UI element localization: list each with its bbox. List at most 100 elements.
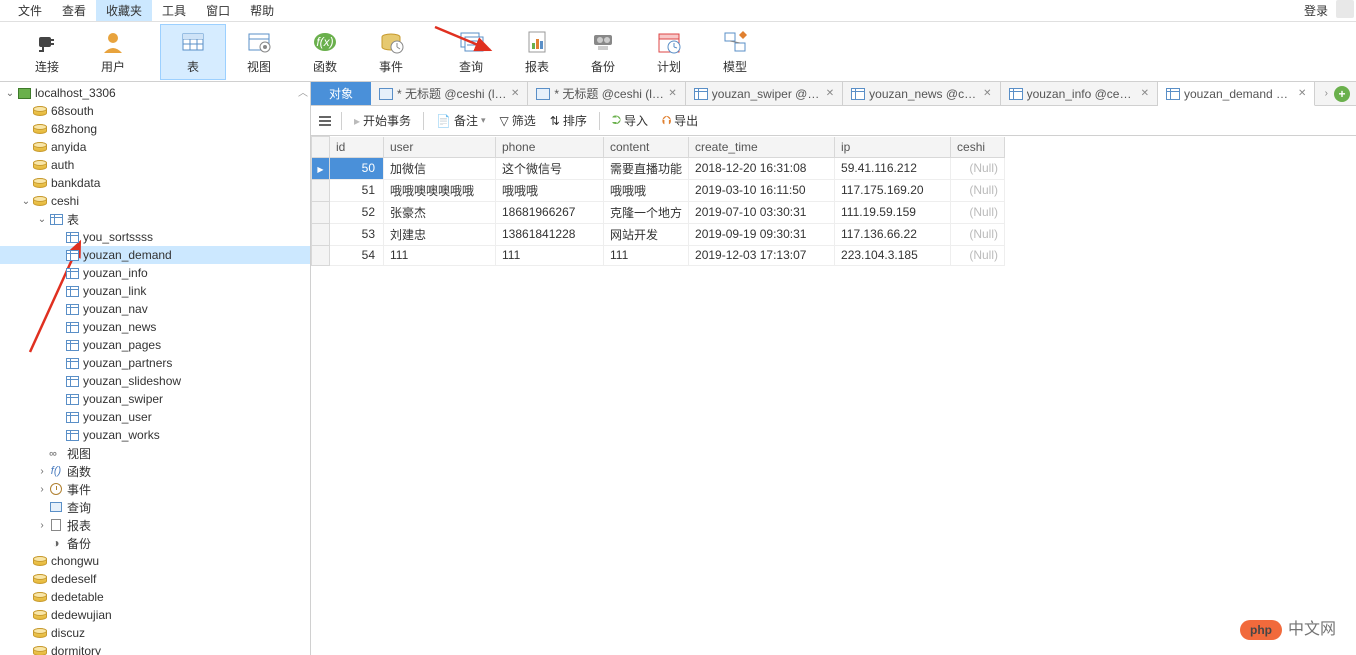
toolbar-table-button[interactable]: 表: [160, 24, 226, 80]
avatar-icon[interactable]: [1336, 0, 1354, 18]
col-create_time[interactable]: create_time: [689, 137, 835, 158]
close-icon[interactable]: ✕: [826, 88, 834, 99]
col-content[interactable]: content: [604, 137, 689, 158]
close-icon[interactable]: ✕: [668, 88, 676, 99]
model-icon: [721, 28, 749, 56]
tree-table-youzan_link[interactable]: youzan_link: [0, 282, 310, 300]
tree-db-68south[interactable]: 68south: [0, 102, 310, 120]
menu-工具[interactable]: 工具: [152, 0, 196, 21]
tree-db-ceshi[interactable]: ⌄ceshi: [0, 192, 310, 210]
sort-icon: ⇅: [550, 114, 560, 128]
tab-objects[interactable]: 对象: [311, 82, 371, 105]
tree-db-dedetable[interactable]: dedetable: [0, 588, 310, 606]
tree-db-anyida[interactable]: anyida: [0, 138, 310, 156]
tab-youzan_demand[interactable]: youzan_demand @...✕: [1158, 82, 1315, 106]
toolbar-backup-button[interactable]: 备份: [570, 24, 636, 80]
tree-table-youzan_user[interactable]: youzan_user: [0, 408, 310, 426]
menu-窗口[interactable]: 窗口: [196, 0, 240, 21]
tree-table-youzan_partners[interactable]: youzan_partners: [0, 354, 310, 372]
toolbar-event-button[interactable]: 事件: [358, 24, 424, 80]
table-icon: [1166, 88, 1180, 100]
tab-ceshilo[interactable]: * 无标题 @ceshi (lo...✕: [371, 82, 528, 105]
tree-db-dedeself[interactable]: dedeself: [0, 570, 310, 588]
tree-table-youzan_slideshow[interactable]: youzan_slideshow: [0, 372, 310, 390]
menu-帮助[interactable]: 帮助: [240, 0, 284, 21]
svg-text:f(x): f(x): [316, 35, 333, 49]
tab-youzan_infoceshi[interactable]: youzan_info @ceshi...✕: [1001, 82, 1158, 105]
tree-db-bankdata[interactable]: bankdata: [0, 174, 310, 192]
tree-table-youzan_info[interactable]: youzan_info: [0, 264, 310, 282]
tab-youzan_swiperce[interactable]: youzan_swiper @ce...✕: [686, 82, 843, 105]
table-row[interactable]: 50加微信这个微信号需要直播功能2018-12-20 16:31:0859.41…: [312, 157, 1005, 179]
connection-tree[interactable]: ︿ ⌄localhost_330668south68zhonganyidaaut…: [0, 82, 311, 655]
event-icon: [377, 28, 405, 56]
toolbar-model-button[interactable]: 模型: [702, 24, 768, 80]
close-icon[interactable]: ✕: [1298, 88, 1306, 99]
col-user[interactable]: user: [384, 137, 496, 158]
col-id[interactable]: id: [330, 137, 384, 158]
filter-button[interactable]: ▽筛选: [494, 109, 542, 132]
table-row[interactable]: 53刘建忠13861841228网站开发2019-09-19 09:30:311…: [312, 223, 1005, 245]
row-header[interactable]: [312, 137, 330, 158]
main-toolbar: 连接用户表视图f(x)函数事件查询报表备份计划模型: [0, 22, 1356, 82]
tab-ceshilo[interactable]: * 无标题 @ceshi (lo...✕: [528, 82, 685, 105]
data-grid[interactable]: iduserphonecontentcreate_timeipceshi50加微…: [311, 136, 1356, 655]
tree-server[interactable]: ⌄localhost_3306: [0, 84, 310, 102]
begin-transaction-button[interactable]: ▸开始事务: [348, 109, 417, 132]
close-icon[interactable]: ✕: [1141, 88, 1149, 99]
tree-section-view[interactable]: ∞视图: [0, 444, 310, 462]
tree-table-youzan_swiper[interactable]: youzan_swiper: [0, 390, 310, 408]
close-icon[interactable]: ✕: [511, 88, 519, 99]
tree-section-fn[interactable]: ›f()函数: [0, 462, 310, 480]
memo-button[interactable]: 📄备注▾: [430, 109, 492, 132]
toolbar-view-button[interactable]: 视图: [226, 24, 292, 80]
toolbar-fx-button[interactable]: f(x)函数: [292, 24, 358, 80]
tree-table-youzan_pages[interactable]: youzan_pages: [0, 336, 310, 354]
chevron-right-icon[interactable]: ›: [1325, 88, 1328, 99]
toolbar-schedule-button[interactable]: 计划: [636, 24, 702, 80]
tree-table-youzan_demand[interactable]: youzan_demand: [0, 246, 310, 264]
col-phone[interactable]: phone: [496, 137, 604, 158]
table-row[interactable]: 541111111112019-12-03 17:13:07223.104.3.…: [312, 245, 1005, 265]
table-row[interactable]: 52张豪杰18681966267克隆一个地方2019-07-10 03:30:3…: [312, 201, 1005, 223]
toolbar-plug-button[interactable]: 连接: [14, 24, 80, 80]
menu-查看[interactable]: 查看: [52, 0, 96, 21]
tree-section-evt[interactable]: ›事件: [0, 480, 310, 498]
tree-db-dormitory[interactable]: dormitory: [0, 642, 310, 655]
toolbar-report-button[interactable]: 报表: [504, 24, 570, 80]
tree-db-discuz[interactable]: discuz: [0, 624, 310, 642]
tree-tables-node[interactable]: ⌄表: [0, 210, 310, 228]
col-ip[interactable]: ip: [835, 137, 951, 158]
hamburger-icon[interactable]: [315, 112, 335, 130]
play-icon: ▸: [354, 114, 360, 128]
php-badge: php: [1240, 620, 1282, 640]
sort-button[interactable]: ⇅排序: [544, 109, 593, 132]
tree-table-youzan_works[interactable]: youzan_works: [0, 426, 310, 444]
tab-youzan_newsces[interactable]: youzan_news @ces...✕: [843, 82, 1000, 105]
tree-section-bkp[interactable]: ◑备份: [0, 534, 310, 552]
user-icon: [99, 28, 127, 56]
tree-root: ⌄localhost_330668south68zhonganyidaauthb…: [0, 82, 310, 655]
table-row[interactable]: 51哦哦噢噢噢哦哦哦哦哦哦哦哦2019-03-10 16:11:50117.17…: [312, 179, 1005, 201]
table-icon: [1009, 88, 1023, 100]
tree-table-youzan_news[interactable]: youzan_news: [0, 318, 310, 336]
menu-文件[interactable]: 文件: [8, 0, 52, 21]
close-icon[interactable]: ✕: [983, 88, 991, 99]
import-button[interactable]: ⮊导入: [606, 109, 654, 132]
menu-收藏夹[interactable]: 收藏夹: [96, 0, 152, 21]
export-button[interactable]: ⮉导出: [656, 109, 704, 132]
tree-db-chongwu[interactable]: chongwu: [0, 552, 310, 570]
tree-db-68zhong[interactable]: 68zhong: [0, 120, 310, 138]
tree-db-auth[interactable]: auth: [0, 156, 310, 174]
query-icon: [457, 28, 485, 56]
tree-section-qry[interactable]: 查询: [0, 498, 310, 516]
col-ceshi[interactable]: ceshi: [951, 137, 1005, 158]
toolbar-query-button[interactable]: 查询: [438, 24, 504, 80]
add-tab-button[interactable]: +: [1334, 86, 1350, 102]
toolbar-user-button[interactable]: 用户: [80, 24, 146, 80]
tree-table-youzan_nav[interactable]: youzan_nav: [0, 300, 310, 318]
tree-section-rpt[interactable]: ›报表: [0, 516, 310, 534]
tree-table-you_sortssss[interactable]: you_sortssss: [0, 228, 310, 246]
tree-db-dedewujian[interactable]: dedewujian: [0, 606, 310, 624]
menubar: 文件查看收藏夹工具窗口帮助登录: [0, 0, 1356, 22]
